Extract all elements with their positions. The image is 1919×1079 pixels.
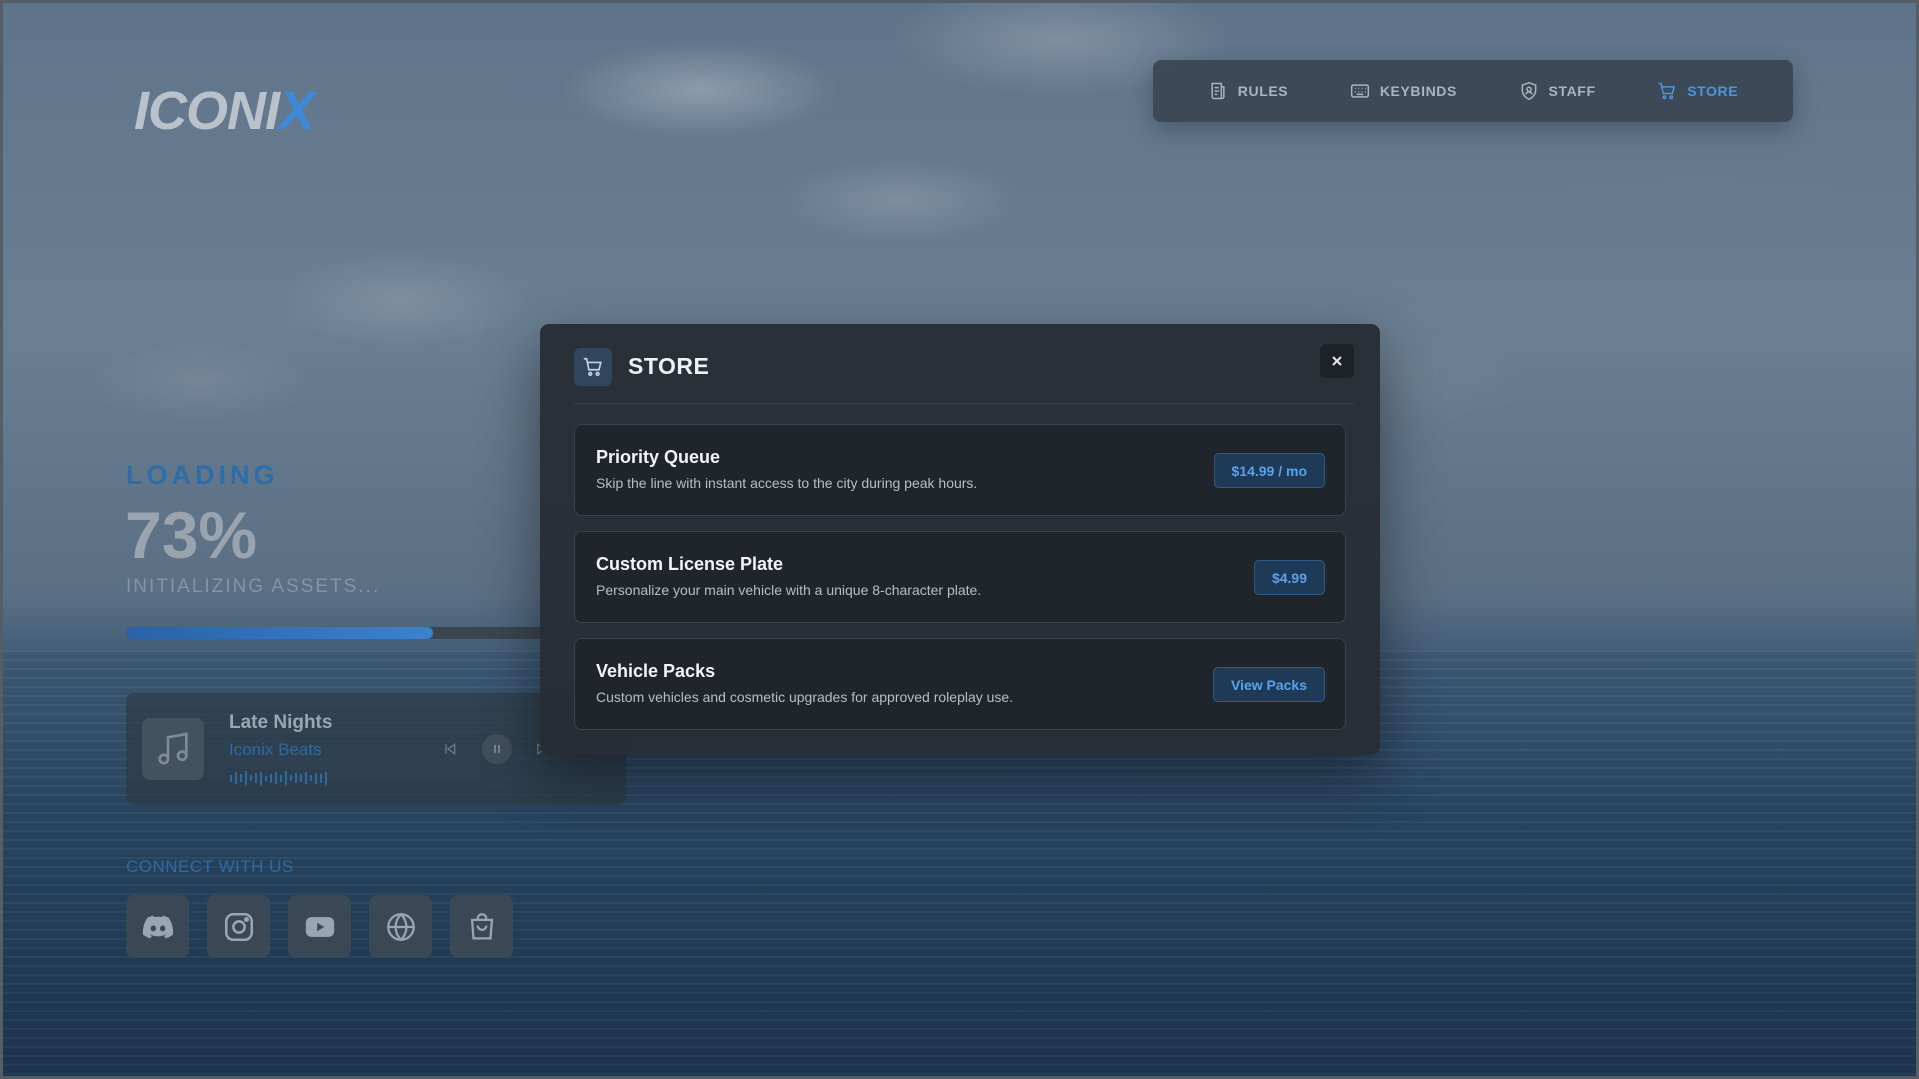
logo: ICONIX [134,80,315,142]
nav-keybinds-label: KEYBINDS [1379,83,1457,99]
nav-staff-label: STAFF [1548,83,1596,99]
keyboard-icon [1350,84,1369,98]
skip-back-button[interactable] [437,736,463,762]
track-title: Late Nights [229,712,333,733]
album-art [142,718,204,780]
nav-store-label: STORE [1687,83,1739,99]
nav-store[interactable]: STORE [1657,81,1738,101]
modal-header: STORE [574,344,1354,404]
item-name: Custom License Plate [596,554,784,574]
loading-screen: ICONIX RULES KEYBINDS STAFF STORE LOADIN… [0,0,1919,1079]
loading-label: LOADING [126,460,279,490]
buy-priority-queue-button[interactable]: $14.99 / mo [1213,453,1325,488]
item-description: Custom vehicles and cosmetic upgrades fo… [596,689,1014,705]
store-item-vehicle-packs: Vehicle Packs Custom vehicles and cosmet… [574,638,1346,730]
youtube-icon [305,916,334,937]
modal-title: STORE [628,353,710,379]
cart-icon [1658,82,1676,100]
close-icon [1332,356,1342,366]
view-packs-button[interactable]: View Packs [1212,667,1325,702]
item-description: Personalize your main vehicle with a uni… [596,582,982,598]
nav-staff[interactable]: STAFF [1519,81,1596,101]
nav-rules-label: RULES [1237,83,1289,99]
logo-accent: X [279,81,315,141]
loading-percent: 73% [125,498,258,572]
shopping-bag-icon [470,912,493,939]
cart-icon [583,357,602,377]
logo-text: ICONI [134,81,280,141]
store-modal: STORE Priority Queue Skip the line with … [540,324,1380,755]
website-button[interactable] [369,895,432,958]
store-item-priority-queue: Priority Queue Skip the line with instan… [574,424,1346,516]
progress-bar [126,627,546,639]
globe-icon [386,912,415,941]
loading-status: INITIALIZING ASSETS... [126,576,381,597]
top-nav: RULES KEYBINDS STAFF STORE [1153,60,1793,122]
nav-keybinds[interactable]: KEYBINDS [1350,81,1457,101]
shield-user-icon [1521,81,1536,101]
pause-icon [494,745,500,753]
shop-button[interactable] [450,895,513,958]
discord-icon [142,915,173,938]
buy-license-plate-button[interactable]: $4.99 [1253,560,1325,595]
music-note-icon [158,732,188,765]
connect-heading: CONNECT WITH US [126,857,294,876]
close-button[interactable] [1320,344,1354,378]
nav-rules[interactable]: RULES [1208,81,1288,101]
rules-icon [1211,82,1225,100]
pause-button[interactable] [482,734,512,764]
store-item-custom-license-plate: Custom License Plate Personalize your ma… [574,531,1346,623]
audio-waveform [230,771,327,785]
skip-back-icon [445,743,456,755]
youtube-button[interactable] [288,895,351,958]
item-name: Priority Queue [596,447,721,467]
item-name: Vehicle Packs [596,661,716,681]
social-links [126,895,513,958]
discord-button[interactable] [126,895,189,958]
modal-icon-box [574,348,612,386]
instagram-button[interactable] [207,895,270,958]
instagram-icon [224,912,253,941]
progress-fill [126,627,433,639]
item-description: Skip the line with instant access to the… [596,475,978,491]
track-artist: Iconix Beats [229,740,322,759]
